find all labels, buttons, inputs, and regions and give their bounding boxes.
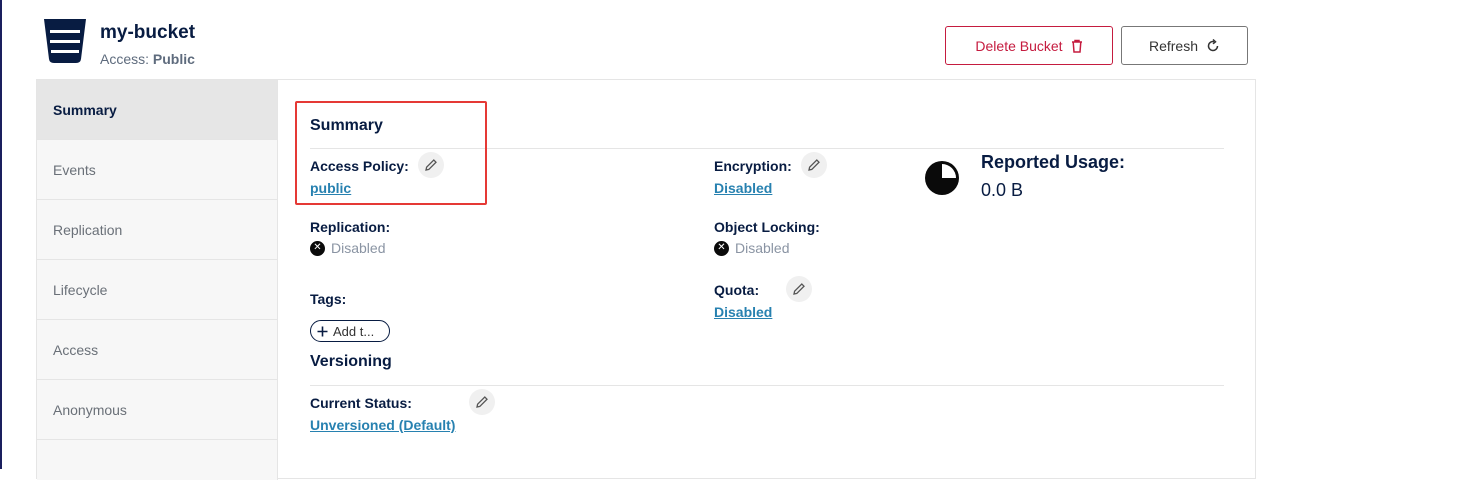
sidebar-item-access[interactable]: Access [37,320,277,380]
versioning-divider [310,385,1224,386]
add-tag-label: Add t... [333,323,375,339]
sidebar-item-summary[interactable]: Summary [37,80,277,140]
encryption-label: Encryption: [714,158,792,174]
bucket-title: my-bucket [100,22,196,43]
object-locking-status-text: Disabled [735,240,790,256]
sidebar-item-events[interactable]: Events [37,140,277,200]
pencil-icon [793,283,805,295]
quota-link[interactable]: Disabled [714,304,772,320]
tags-label: Tags: [310,291,347,307]
reported-usage-label: Reported Usage: [981,152,1126,172]
quota-label: Quota: [714,282,760,298]
access-label: Access: [100,51,150,67]
edit-encryption-button[interactable] [801,152,827,178]
x-circle-icon: ✕ [310,240,325,256]
bucket-panel: Summary Events Replication Lifecycle Acc… [36,79,1256,480]
sidebar-item-anonymous[interactable]: Anonymous [37,380,277,440]
delete-bucket-button[interactable]: Delete Bucket [945,26,1113,65]
pencil-icon [425,159,437,171]
plus-icon [317,326,328,336]
pencil-icon [476,396,488,408]
bucket-access-line: Access: Public [100,51,195,67]
trash-icon [1071,39,1082,53]
encryption-link[interactable]: Disabled [714,180,772,196]
edit-access-policy-button[interactable] [418,152,444,178]
access-value: Public [152,51,195,67]
reported-usage-value: 0.0 B [981,180,1024,200]
add-tag-button[interactable]: Add t... [310,320,390,342]
pie-chart-icon [925,161,959,195]
refresh-label: Refresh [1148,37,1199,54]
object-locking-status: ✕ Disabled [714,240,789,256]
sidebar: Summary Events Replication Lifecycle Acc… [37,80,278,480]
object-locking-label: Object Locking: [714,219,820,235]
summary-divider [310,148,1224,149]
delete-bucket-label: Delete Bucket [975,37,1063,54]
access-policy-link[interactable]: public [310,180,351,196]
x-circle-icon: ✕ [714,240,729,256]
refresh-button[interactable]: Refresh [1121,26,1248,65]
summary-heading: Summary [310,117,383,134]
current-status-link[interactable]: Unversioned (Default) [310,417,455,433]
summary-content: Summary Access Policy: public Encryption… [278,80,1255,480]
sidebar-item-replication[interactable]: Replication [37,200,277,260]
replication-status: ✕ Disabled [310,240,385,256]
pencil-icon [808,159,820,171]
access-policy-label: Access Policy: [310,158,409,174]
sidebar-item-lifecycle[interactable]: Lifecycle [37,260,277,320]
edit-quota-button[interactable] [786,276,812,302]
edit-versioning-button[interactable] [469,389,495,415]
bucket-icon [44,19,86,63]
replication-label: Replication: [310,219,391,235]
refresh-icon [1207,38,1219,51]
current-status-label: Current Status: [310,395,412,411]
replication-status-text: Disabled [331,240,386,256]
app-frame: my-bucket Access: Public Delete Bucket R… [0,0,1462,480]
versioning-heading: Versioning [310,353,392,370]
